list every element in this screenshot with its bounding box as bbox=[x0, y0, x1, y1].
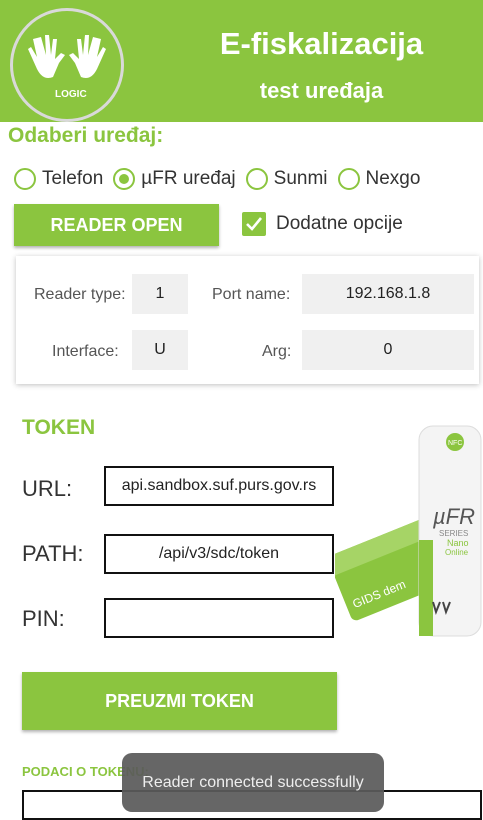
extra-options-checkbox[interactable] bbox=[242, 212, 266, 236]
toast-message: Reader connected successfully bbox=[122, 753, 384, 812]
device-model: Nano bbox=[447, 538, 469, 548]
checkmark-icon bbox=[246, 217, 263, 231]
device-series: SERIES bbox=[439, 529, 468, 538]
port-name-label: Port name: bbox=[212, 286, 291, 303]
radio-label: µFR uređaj bbox=[141, 168, 236, 189]
radio-label: Nexgo bbox=[365, 168, 421, 189]
device-brand: µFR bbox=[432, 504, 475, 529]
arg-field[interactable]: 0 bbox=[302, 330, 474, 370]
url-input[interactable]: api.sandbox.suf.purs.gov.rs bbox=[104, 466, 334, 506]
arg-label: Arg: bbox=[262, 343, 292, 360]
pin-label: PIN: bbox=[22, 606, 65, 631]
app-title: E-fiskalizacija bbox=[219, 26, 424, 61]
radio-indicator bbox=[14, 168, 36, 190]
interface-label: Interface: bbox=[52, 343, 119, 360]
radio-indicator bbox=[245, 168, 268, 190]
reader-settings-card: Reader type: 1 Port name: 192.168.1.8 In… bbox=[16, 256, 479, 384]
ufr-device-illustration: GIDS dem NFC µFR SERIES Nano Online bbox=[335, 425, 482, 637]
path-label: PATH: bbox=[22, 541, 84, 566]
app-header: LOGIC E-fiskalizacija test uređaja bbox=[0, 0, 483, 122]
radio-indicator bbox=[337, 168, 360, 190]
device-radio-group: Telefon µFR uređaj Sunmi Nexgo bbox=[14, 164, 430, 194]
nfc-text: NFC bbox=[448, 440, 462, 447]
download-token-button[interactable]: PREUZMI TOKEN bbox=[22, 672, 337, 730]
radio-nexgo[interactable]: Nexgo bbox=[337, 168, 421, 190]
logic-logo: LOGIC bbox=[10, 8, 124, 122]
reader-type-field[interactable]: 1 bbox=[132, 274, 188, 314]
url-label: URL: bbox=[22, 476, 73, 501]
hands-icon bbox=[28, 35, 106, 78]
device-select-label: Odaberi uređaj: bbox=[8, 124, 164, 147]
token-section-title: TOKEN bbox=[22, 416, 96, 439]
extra-options-label: Dodatne opcije bbox=[276, 213, 403, 234]
radio-label: Sunmi bbox=[273, 168, 328, 189]
radio-label: Telefon bbox=[42, 168, 104, 189]
reader-type-label: Reader type: bbox=[34, 286, 126, 303]
pin-input[interactable] bbox=[104, 598, 334, 638]
radio-telefon[interactable]: Telefon bbox=[14, 168, 103, 190]
logo-text: LOGIC bbox=[55, 89, 87, 100]
reader-open-button[interactable]: READER OPEN bbox=[14, 204, 219, 246]
radio-sunmi[interactable]: Sunmi bbox=[245, 168, 328, 190]
radio-indicator-selected bbox=[113, 168, 136, 190]
path-input[interactable]: /api/v3/sdc/token bbox=[104, 534, 334, 574]
port-name-field[interactable]: 192.168.1.8 bbox=[302, 274, 474, 314]
device-model-2: Online bbox=[445, 548, 469, 557]
radio-ufr-uredjaj[interactable]: µFR uređaj bbox=[113, 168, 236, 190]
app-subtitle: test uređaja bbox=[259, 78, 384, 103]
interface-field[interactable]: U bbox=[132, 330, 188, 370]
